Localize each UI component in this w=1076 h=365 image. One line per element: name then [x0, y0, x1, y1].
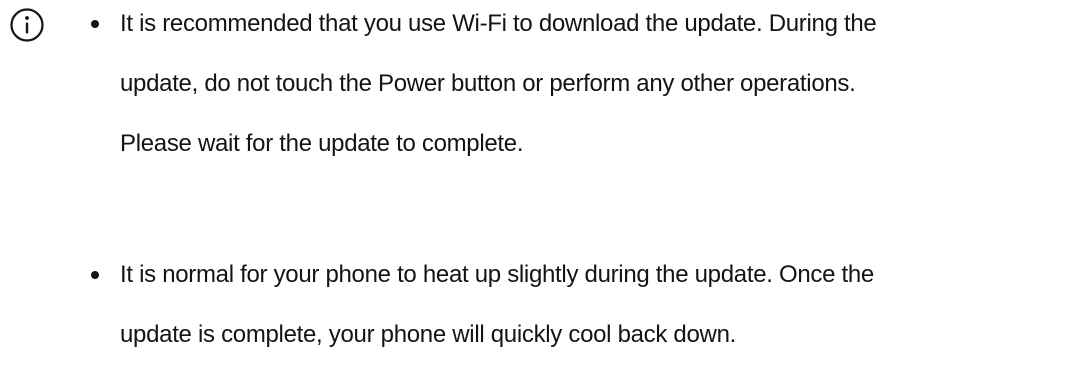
bullet-dot-icon: [91, 271, 99, 279]
notice-bullet-text: It is recommended that you use Wi-Fi to …: [120, 10, 877, 157]
notice-bullet-wifi: It is recommended that you use Wi-Fi to …: [91, 0, 1040, 174]
info-icon: [9, 7, 45, 43]
bullet-dot-icon: [91, 20, 99, 28]
update-notice: It is recommended that you use Wi-Fi to …: [0, 0, 1076, 365]
notice-bullet-heat: It is normal for your phone to heat up s…: [91, 245, 1040, 365]
notice-bullet-text: It is normal for your phone to heat up s…: [120, 261, 874, 348]
info-circle-icon: [10, 8, 44, 42]
